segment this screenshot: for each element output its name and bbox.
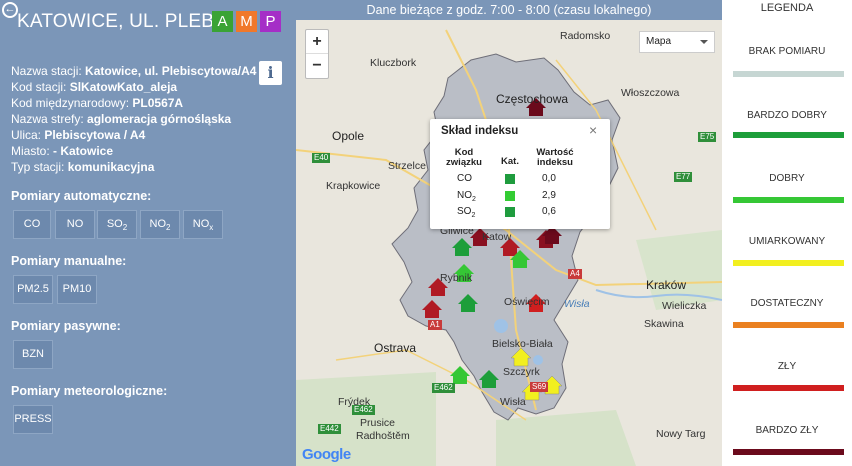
manual-badge[interactable]: M [236,11,257,32]
legend-label-good: DOBRY [769,173,805,184]
road-label: E462 [352,405,375,415]
detail-station-name: Nazwa stacji: Katowice, ul. Plebiscytowa… [11,64,257,78]
road-label: E75 [698,132,717,142]
river-label: Wisła [564,298,590,310]
measurement-button-pm10[interactable]: PM10 [57,275,97,304]
detail-station-type: Typ stacji: komunikacyjna [11,160,155,174]
town-label: Krapkowice [326,180,381,192]
index-value: 0,0 [542,173,556,184]
map-header: Dane bieżące z godz. 7:00 - 8:00 (czasu … [296,0,722,20]
column-header-category: Kat. [501,156,519,167]
legend-label-very-bad: BARDZO ZŁY [755,425,819,436]
measurement-button-nox[interactable]: NOx [183,210,223,239]
legend-bar-no-measurement [733,71,844,77]
index-value: 2,9 [542,190,556,201]
measurement-button-so2[interactable]: SO2 [97,210,137,239]
legend-bar-moderate [733,260,844,266]
meteo-measurements-title: Pomiary meteorologiczne: [11,384,168,398]
town-label: Kluczbork [370,57,417,69]
measurement-button-pm25[interactable]: PM2.5 [13,275,53,304]
passive-badge[interactable]: P [260,11,281,32]
town-label: Wieliczka [662,300,707,312]
measurement-button-no2[interactable]: NO2 [140,210,180,239]
town-label: Szczyrk [503,366,540,378]
measurement-button-bzn[interactable]: BZN [13,340,53,369]
town-label: Włoszczowa [621,87,680,99]
road-label: E462 [432,383,455,393]
road-label: E40 [312,153,331,163]
legend-label-no-measurement: BRAK POMIARU [748,46,826,57]
station-title: KATOWICE, UL. PLEB... [17,11,231,32]
zoom-in-button[interactable]: + [306,30,328,54]
town-label: Skawina [644,318,684,330]
town-label: Oświęcim [504,296,550,308]
town-label: Strzelce [388,160,426,172]
station-panel: ← KATOWICE, UL. PLEB... A M P i Nazwa st… [0,0,296,466]
map-type-select[interactable]: Mapa [639,31,715,53]
town-label: Częstochowa [496,92,569,106]
town-label: Nowy Targ [656,428,706,440]
town-label: Rybnik [440,272,473,284]
measurement-button-co[interactable]: CO [13,210,51,239]
legend-label-moderate: UMIARKOWANY [748,236,826,247]
detail-city: Miasto: - Katowice [11,144,114,158]
measurement-button-no[interactable]: NO [55,210,95,239]
station-details: Nazwa stacji: Katowice, ul. Plebiscytowa… [11,63,256,175]
town-label: Ostrava [374,341,417,355]
popup-title: Skład indeksu [441,125,519,137]
town-label: Radhoštěm [356,430,410,442]
legend-title: LEGENDA [760,2,814,14]
detail-station-code: Kod stacji: SlKatowKato_aleja [11,80,178,94]
pollutant-code: NO2 [457,190,476,203]
category-swatch [505,191,515,201]
road-label: A1 [428,320,442,330]
chevron-down-icon [700,40,708,44]
passive-measurements-title: Pomiary pasywne: [11,319,121,333]
automatic-badge[interactable]: A [212,11,233,32]
info-icon[interactable]: i [259,61,282,85]
legend-label-very-good: BARDZO DOBRY [747,110,827,121]
legend-bar-good [733,197,844,203]
road-label: A4 [568,269,582,279]
town-label: Kraków [646,278,687,292]
town-label: Katow [482,231,512,243]
zoom-control: + − [305,29,329,79]
legend-panel: LEGENDA BRAK POMIARU BARDZO DOBRY DOBRY … [722,0,852,466]
detail-street: Ulica: Plebiscytowa / A4 [11,128,146,142]
google-logo: Google [302,446,351,463]
detail-zone-name: Nazwa strefy: aglomeracja górnośląska [11,112,232,126]
legend-bar-very-bad [733,449,844,455]
detail-international-code: Kod międzynarodowy: PL0567A [11,96,184,110]
town-label: Bielsko-Biała [492,338,553,350]
measurement-button-press[interactable]: PRESS [13,405,53,434]
road-label: E442 [318,424,341,434]
map-view[interactable]: Dane bieżące z godz. 7:00 - 8:00 (czasu … [296,0,722,466]
manual-measurements-title: Pomiary manualne: [11,254,127,268]
index-value: 0,6 [542,206,556,217]
automatic-measurements-title: Pomiary automatyczne: [11,189,152,203]
town-label: Wisła [500,396,526,408]
legend-bar-sufficient [733,322,844,328]
town-label: Radomsko [560,30,611,42]
category-swatch [505,207,515,217]
legend-label-sufficient: DOSTATECZNY [750,298,824,309]
road-label: E77 [674,172,693,182]
town-label: Opole [332,129,365,143]
back-arrow-icon[interactable]: ← [2,2,18,18]
column-header-value: Wartość indeksu [536,147,574,168]
legend-label-bad: ZŁY [777,361,797,372]
category-swatch [505,174,515,184]
close-icon[interactable]: × [589,122,597,138]
zoom-out-button[interactable]: − [306,54,328,78]
column-header-code: Kod związku [446,147,482,168]
road-label: S69 [530,382,549,392]
pollutant-code: CO [457,173,472,184]
town-label: Prusice [360,417,396,429]
pollutant-code: SO2 [457,206,476,219]
index-popup: Skład indeksu × Kod związku Kat. Wartość… [430,119,610,229]
legend-bar-bad [733,385,844,391]
legend-bar-very-good [733,132,844,138]
